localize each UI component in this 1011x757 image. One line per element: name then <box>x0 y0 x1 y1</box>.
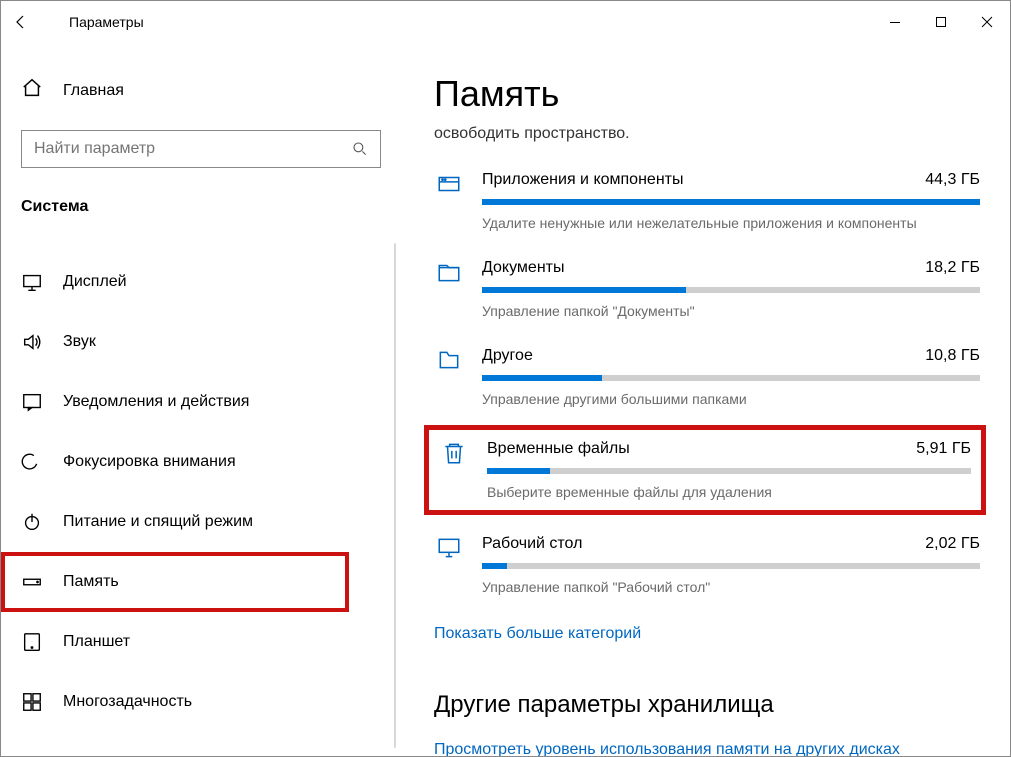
close-button[interactable] <box>964 6 1010 38</box>
other-storage-heading: Другие параметры хранилища <box>434 691 980 719</box>
sidebar-item-display[interactable]: Дисплей <box>21 252 361 312</box>
highlight-frame: Временные файлы 5,91 ГБ Выберите временн… <box>424 425 986 515</box>
apps-icon <box>434 171 464 231</box>
sidebar-category: Система <box>21 198 384 216</box>
search-field[interactable] <box>22 140 340 158</box>
other-disks-link[interactable]: Просмотреть уровень использования памяти… <box>434 741 900 756</box>
show-more-link[interactable]: Показать больше категорий <box>434 625 641 643</box>
storage-row-title: Другое <box>482 347 533 365</box>
storage-row-title: Приложения и компоненты <box>482 171 683 189</box>
storage-row-other-folders[interactable]: Другое 10,8 ГБ Управление другими больши… <box>434 347 980 407</box>
notifications-icon <box>21 391 43 413</box>
storage-row-docs[interactable]: Документы 18,2 ГБ Управление папкой "Док… <box>434 259 980 319</box>
sidebar-item-label: Планшет <box>63 633 130 651</box>
storage-row-size: 44,3 ГБ <box>925 171 980 189</box>
storage-progress <box>482 563 980 569</box>
maximize-button[interactable] <box>918 6 964 38</box>
minimize-button[interactable] <box>872 6 918 38</box>
sidebar-item-label: Память <box>63 573 119 591</box>
storage-row-apps[interactable]: Приложения и компоненты 44,3 ГБ Удалите … <box>434 171 980 231</box>
storage-row-desc: Управление другими большими папками <box>482 391 980 407</box>
sidebar-home[interactable]: Главная <box>21 77 384 104</box>
storage-row-desc: Удалите ненужные или нежелательные прило… <box>482 215 980 231</box>
search-icon <box>340 141 380 157</box>
power-icon <box>21 511 43 533</box>
display-icon <box>21 271 43 293</box>
storage-row-size: 5,91 ГБ <box>916 440 971 458</box>
storage-row-desc: Выберите временные файлы для удаления <box>487 484 971 500</box>
storage-row-temp[interactable]: Временные файлы 5,91 ГБ Выберите временн… <box>439 440 971 500</box>
sidebar-item-label: Многозадачность <box>63 693 192 711</box>
sidebar-item-sound[interactable]: Звук <box>21 312 361 372</box>
storage-icon <box>21 571 43 593</box>
trash-icon <box>439 440 469 500</box>
sidebar-item-power[interactable]: Питание и спящий режим <box>21 492 361 552</box>
storage-progress <box>482 375 980 381</box>
sidebar-item-label: Дисплей <box>63 273 127 291</box>
sidebar-item-label: Звук <box>63 333 96 351</box>
sidebar-item-storage[interactable]: Память <box>1 552 349 612</box>
storage-row-size: 18,2 ГБ <box>925 259 980 277</box>
storage-row-desc: Управление папкой "Рабочий стол" <box>482 579 980 595</box>
sound-icon <box>21 331 43 353</box>
sidebar-item-label: Питание и спящий режим <box>63 513 253 531</box>
storage-row-title: Документы <box>482 259 564 277</box>
sidebar-item-tablet[interactable]: Планшет <box>21 612 361 672</box>
multitask-icon <box>21 691 43 713</box>
sidebar-home-label: Главная <box>63 82 124 100</box>
sidebar-item-focus[interactable]: Фокусировка внимания <box>21 432 361 492</box>
window-title: Параметры <box>69 14 144 30</box>
back-button[interactable] <box>1 1 41 43</box>
sidebar-item-label: Уведомления и действия <box>63 393 249 411</box>
storage-progress <box>482 287 980 293</box>
documents-icon <box>434 259 464 319</box>
scrollbar-track[interactable] <box>394 243 396 748</box>
sidebar-item-notifications[interactable]: Уведомления и действия <box>21 372 361 432</box>
desktop-icon <box>434 535 464 595</box>
folder-icon <box>434 347 464 407</box>
storage-row-size: 10,8 ГБ <box>925 347 980 365</box>
storage-progress <box>487 468 971 474</box>
storage-row-desc: Управление папкой "Документы" <box>482 303 980 319</box>
storage-row-size: 2,02 ГБ <box>925 535 980 553</box>
sidebar-item-label: Фокусировка внимания <box>63 453 236 471</box>
tablet-icon <box>21 631 43 653</box>
home-icon <box>21 77 43 104</box>
storage-row-title: Рабочий стол <box>482 535 582 553</box>
main-panel: Память освободить пространство. Приложен… <box>396 43 1010 756</box>
storage-row-desktop[interactable]: Рабочий стол 2,02 ГБ Управление папкой "… <box>434 535 980 595</box>
title-bar: Параметры <box>1 1 1010 43</box>
search-input[interactable] <box>21 130 381 168</box>
storage-row-title: Временные файлы <box>487 440 630 458</box>
sidebar-item-multitask[interactable]: Многозадачность <box>21 672 361 732</box>
focus-icon <box>21 451 43 473</box>
sidebar: Главная Система Дисплей Звук <box>1 43 396 756</box>
storage-progress <box>482 199 980 205</box>
page-subtext: освободить пространство. <box>434 125 980 143</box>
page-title: Память <box>434 73 980 115</box>
